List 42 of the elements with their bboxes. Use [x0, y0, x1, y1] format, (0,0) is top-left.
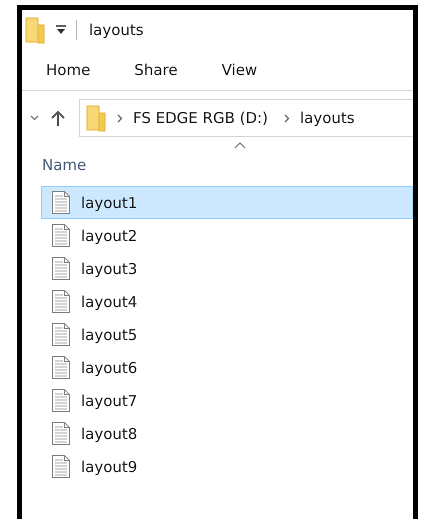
- document-icon: [51, 223, 71, 248]
- breadcrumb[interactable]: FS EDGE RGB (D:): [127, 109, 274, 127]
- document-icon: [51, 289, 71, 314]
- file-name: layout6: [81, 358, 138, 376]
- document-icon: [51, 256, 71, 281]
- document-icon: [51, 322, 71, 347]
- file-row[interactable]: layout8: [41, 417, 413, 450]
- document-icon: [51, 355, 71, 380]
- document-icon: [51, 190, 71, 215]
- breadcrumb[interactable]: layouts: [294, 109, 361, 127]
- file-name: layout1: [81, 194, 138, 212]
- window-title: layouts: [89, 21, 144, 39]
- file-row[interactable]: layout2: [41, 219, 413, 252]
- up-arrow-icon[interactable]: [51, 110, 65, 126]
- file-row[interactable]: layout5: [41, 318, 413, 351]
- address-bar[interactable]: FS EDGE RGB (D:) layouts: [79, 99, 413, 137]
- file-name: layout8: [81, 424, 138, 442]
- document-icon: [51, 454, 71, 479]
- file-row[interactable]: layout3: [41, 252, 413, 285]
- file-row[interactable]: layout7: [41, 384, 413, 417]
- file-row[interactable]: layout9: [41, 450, 413, 483]
- file-name: layout9: [81, 458, 138, 476]
- ribbon-tab[interactable]: View: [210, 55, 270, 85]
- file-row[interactable]: layout6: [41, 351, 413, 384]
- dropdown-icon[interactable]: [56, 25, 66, 35]
- chevron-right-icon[interactable]: [284, 114, 290, 122]
- document-icon: [51, 388, 71, 413]
- file-name: layout7: [81, 392, 138, 410]
- folder-icon: [86, 104, 107, 132]
- file-name: layout5: [81, 326, 138, 344]
- file-name: layout3: [81, 260, 138, 278]
- file-row[interactable]: layout1: [41, 186, 413, 219]
- ribbon-tab[interactable]: Share: [122, 55, 190, 85]
- column-header[interactable]: Name: [42, 156, 86, 174]
- document-icon: [51, 421, 71, 446]
- file-name: layout2: [81, 226, 138, 244]
- chevron-right-icon[interactable]: [117, 114, 123, 122]
- file-name: layout4: [81, 292, 138, 310]
- file-row[interactable]: layout4: [41, 285, 413, 318]
- chevron-down-icon[interactable]: [30, 115, 39, 121]
- folder-icon: [25, 16, 46, 44]
- ribbon-tab[interactable]: Home: [34, 55, 102, 85]
